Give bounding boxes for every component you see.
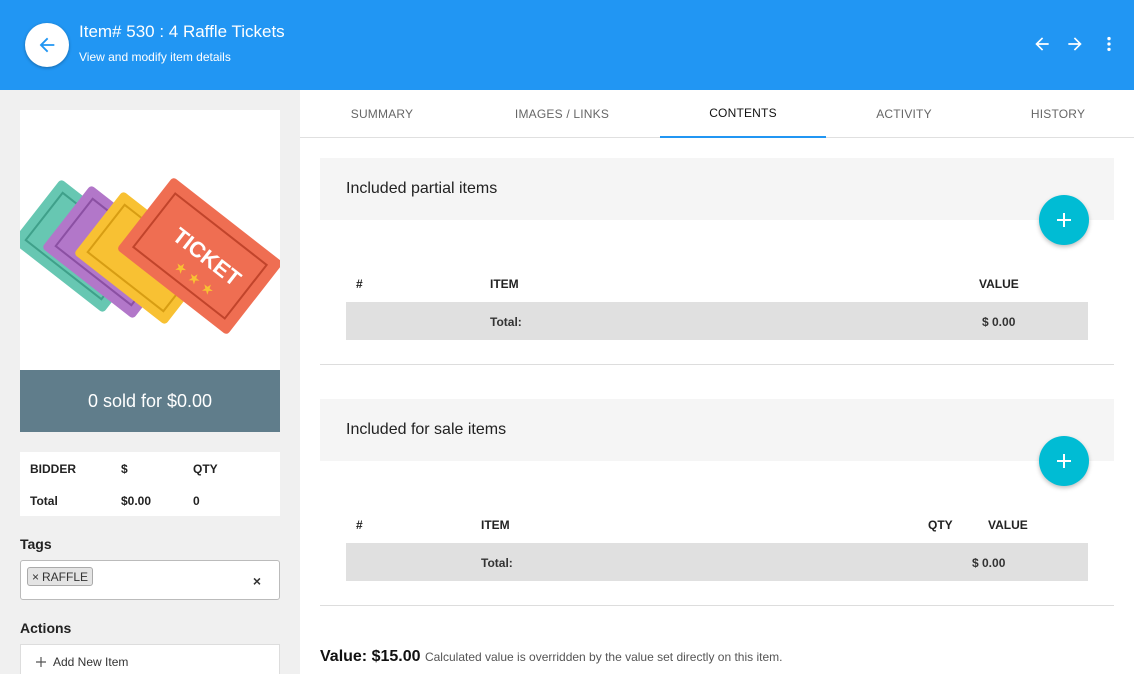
partial-items-total-row: Total: $ 0.00 (346, 302, 1088, 340)
main-content: SUMMARY IMAGES / LINKS CONTENTS ACTIVITY… (300, 90, 1134, 674)
sale-col-item: ITEM (481, 518, 510, 532)
actions-heading: Actions (20, 620, 72, 636)
partial-items-header: Included partial items (320, 158, 1114, 220)
value-override-note: Calculated value is overridden by the va… (424, 650, 783, 664)
partial-col-number: # (356, 277, 363, 291)
clear-tags-button[interactable]: × (253, 573, 261, 589)
page-title: Item# 530 : 4 Raffle Tickets (79, 22, 285, 41)
item-sidebar: TICKET ★ ★ ★ 0 sold for $0.00 BIDDER $ Q… (0, 90, 300, 674)
sale-col-value: VALUE (988, 518, 1028, 532)
add-new-item-button[interactable]: Add New Item (35, 655, 128, 669)
partial-items-title: Included partial items (346, 180, 498, 197)
app-header: Item# 530 : 4 Raffle Tickets View and mo… (0, 0, 1134, 90)
amount-column-header: $ (121, 462, 128, 476)
plus-icon (36, 657, 46, 667)
plus-icon (1057, 213, 1071, 227)
sale-total-label: Total: (481, 556, 513, 570)
actions-panel: Add New Item (20, 644, 280, 674)
sold-summary-banner: 0 sold for $0.00 (20, 370, 280, 432)
tickets-illustration: TICKET ★ ★ ★ (20, 178, 280, 334)
previous-item-button[interactable] (1030, 33, 1054, 55)
tag-chip: × RAFFLE (27, 567, 94, 586)
page-subtitle: View and modify item details (79, 50, 231, 64)
tags-heading: Tags (20, 536, 52, 552)
partial-items-card: Included partial items # ITEM VALUE Tota… (320, 158, 1114, 365)
sale-col-qty: QTY (928, 518, 953, 532)
bid-summary-table: BIDDER $ QTY Total $0.00 0 (20, 452, 280, 516)
back-button[interactable] (25, 23, 69, 67)
plus-icon (1057, 454, 1071, 468)
bid-total-qty: 0 (193, 494, 200, 508)
tag-label: RAFFLE (42, 569, 89, 584)
partial-col-item: ITEM (490, 277, 519, 291)
sale-items-card: Included for sale items # ITEM QTY VALUE… (320, 399, 1114, 606)
bid-total-label: Total (30, 494, 58, 508)
tab-summary[interactable]: SUMMARY (300, 90, 464, 138)
item-value-line: Value: $15.00 Calculated value is overri… (320, 648, 782, 666)
tab-activity[interactable]: ACTIVITY (826, 90, 982, 138)
bid-total-amount: $0.00 (121, 494, 152, 508)
sale-items-title: Included for sale items (346, 421, 507, 438)
partial-col-value: VALUE (979, 277, 1019, 291)
sale-col-number: # (356, 518, 363, 532)
item-value: Value: $15.00 (320, 648, 421, 665)
partial-total-label: Total: (490, 315, 522, 329)
tag-remove-button[interactable]: × (32, 570, 39, 584)
tab-history[interactable]: HISTORY (982, 90, 1134, 138)
next-item-button[interactable] (1063, 33, 1087, 55)
arrow-left-icon (1035, 37, 1049, 51)
sale-total-value: $ 0.00 (972, 556, 1006, 570)
more-menu-button[interactable] (1097, 33, 1121, 55)
qty-column-header: QTY (193, 462, 218, 476)
bidder-column-header: BIDDER (30, 462, 77, 476)
more-vert-icon (1107, 36, 1111, 52)
partial-total-value: $ 0.00 (982, 315, 1016, 329)
tags-input[interactable]: × RAFFLE × (20, 560, 280, 600)
arrow-right-icon (1068, 37, 1082, 51)
item-tabs: SUMMARY IMAGES / LINKS CONTENTS ACTIVITY… (300, 90, 1134, 138)
add-new-item-label: Add New Item (53, 655, 129, 669)
sale-items-header: Included for sale items (320, 399, 1114, 461)
item-image: TICKET ★ ★ ★ (20, 110, 280, 370)
arrow-left-icon (39, 37, 55, 53)
sale-items-total-row: Total: $ 0.00 (346, 543, 1088, 581)
add-sale-item-button[interactable] (1039, 436, 1089, 486)
add-partial-item-button[interactable] (1039, 195, 1089, 245)
tab-images-links[interactable]: IMAGES / LINKS (464, 90, 660, 138)
tab-contents[interactable]: CONTENTS (660, 90, 826, 138)
